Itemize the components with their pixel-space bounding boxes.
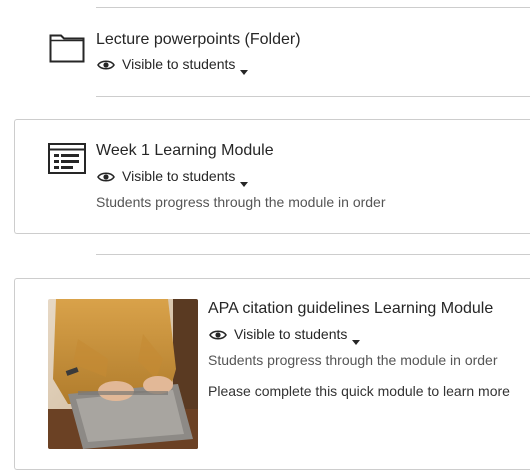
folder-icon [49, 31, 85, 68]
item-title-link[interactable]: Lecture powerpoints (Folder) [96, 31, 301, 49]
chevron-down-icon [352, 332, 361, 345]
visibility-dropdown[interactable]: Visible to students [97, 168, 249, 187]
item-description: Students progress through the module in … [96, 194, 386, 210]
item-description: Students progress through the module in … [208, 352, 498, 368]
course-content-list: Lecture powerpoints (Folder) Visible to … [0, 0, 530, 470]
visibility-label: Visible to students [234, 326, 348, 342]
laptop-typing-thumbnail [48, 299, 198, 449]
chevron-down-icon [240, 174, 249, 187]
eye-icon [97, 170, 115, 182]
item-title-link[interactable]: Week 1 Learning Module [96, 142, 274, 160]
visibility-dropdown[interactable]: Visible to students [209, 326, 361, 345]
visibility-label: Visible to students [122, 56, 236, 72]
eye-icon [209, 328, 227, 340]
visibility-label: Visible to students [122, 168, 236, 184]
chevron-down-icon [240, 62, 249, 75]
item-title-link[interactable]: APA citation guidelines Learning Module [208, 300, 493, 318]
divider [96, 7, 530, 8]
eye-icon [97, 58, 115, 70]
learning-module-icon [48, 143, 86, 179]
divider [96, 96, 530, 97]
divider [96, 254, 530, 255]
item-note: Please complete this quick module to lea… [208, 383, 510, 399]
content-item-learning-module [14, 119, 530, 234]
visibility-dropdown[interactable]: Visible to students [97, 56, 249, 75]
